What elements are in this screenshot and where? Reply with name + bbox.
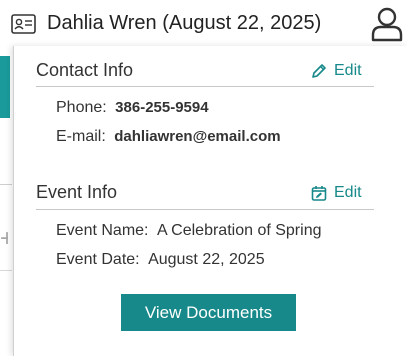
- event-info-divider: [36, 209, 374, 210]
- background-divider: [0, 184, 12, 185]
- contact-info-divider: [36, 86, 374, 87]
- event-name-value: A Celebration of Spring: [156, 222, 322, 239]
- email-value: dahliawren@email.com: [114, 128, 281, 145]
- background-accent-strip: [0, 56, 10, 118]
- contact-details-panel: Contact Info Edit Phone: 386-255-9594 E-…: [13, 46, 407, 356]
- contact-info-edit-link[interactable]: Edit: [311, 61, 362, 81]
- contact-name-title: Dahlia Wren (August 22, 2025): [47, 12, 322, 34]
- contact-info-edit-label: Edit: [334, 62, 362, 79]
- phone-row: Phone: 386-255-9594: [56, 98, 209, 118]
- event-name-label: Event Name:: [56, 222, 149, 239]
- event-date-value: August 22, 2025: [148, 251, 265, 268]
- event-name-row: Event Name: A Celebration of Spring: [56, 221, 321, 241]
- contact-header: Dahlia Wren (August 22, 2025): [0, 0, 407, 46]
- phone-value: 386-255-9594: [115, 99, 209, 116]
- event-info-heading: Event Info: [36, 182, 118, 202]
- view-documents-button[interactable]: View Documents: [121, 294, 296, 331]
- event-date-label: Event Date:: [56, 251, 140, 268]
- background-plus-icon: +: [0, 228, 8, 250]
- email-label: E-mail:: [56, 128, 106, 145]
- contact-info-heading: Contact Info: [36, 60, 134, 80]
- calendar-edit-icon: [311, 186, 327, 201]
- event-info-edit-label: Edit: [334, 184, 362, 201]
- user-icon[interactable]: [370, 6, 404, 42]
- email-row: E-mail: dahliawren@email.com: [56, 127, 281, 147]
- contact-card-icon: [11, 14, 36, 34]
- event-info-edit-link[interactable]: Edit: [311, 183, 362, 203]
- phone-label: Phone:: [56, 99, 107, 116]
- background-divider-2: [0, 270, 12, 271]
- event-date-row: Event Date: August 22, 2025: [56, 250, 265, 270]
- pencil-icon: [312, 64, 326, 78]
